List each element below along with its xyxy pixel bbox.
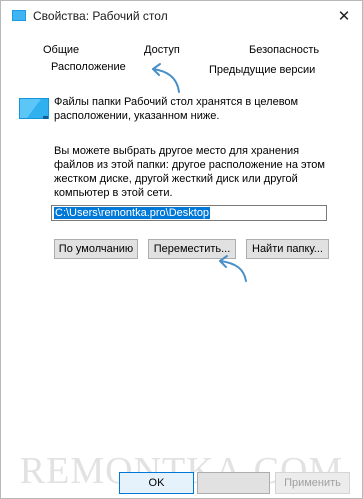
title-bar: Свойства: Рабочий стол ✕ — [1, 1, 362, 33]
path-input[interactable]: C:\Users\remontka.pro\Desktop — [51, 205, 327, 221]
annotation-arrow-move — [219, 255, 247, 282]
properties-dialog: Свойства: Рабочий стол ✕ Общие Доступ Бе… — [0, 0, 363, 499]
tab-common[interactable]: Общие — [43, 44, 79, 56]
desktop-folder-icon — [19, 98, 49, 119]
apply-button[interactable]: Применить — [275, 472, 350, 494]
default-button[interactable]: По умолчанию — [54, 239, 138, 259]
ok-button[interactable]: OK — [119, 472, 194, 494]
path-value: C:\Users\remontka.pro\Desktop — [54, 207, 211, 219]
window-title: Свойства: Рабочий стол — [33, 9, 168, 23]
tab-access[interactable]: Доступ — [144, 44, 180, 56]
cancel-button[interactable] — [197, 472, 270, 494]
close-button[interactable]: ✕ — [332, 4, 356, 28]
folder-title-icon — [12, 10, 26, 21]
annotation-arrow-location — [152, 63, 180, 93]
tab-location[interactable]: Расположение — [51, 61, 126, 73]
location-description: Вы можете выбрать другое место для хране… — [54, 145, 325, 199]
location-info-text: Файлы папки Рабочий стол хранятся в целе… — [54, 96, 299, 122]
tab-security[interactable]: Безопасность — [249, 44, 319, 56]
tab-previous-versions[interactable]: Предыдущие версии — [209, 64, 315, 76]
find-folder-button[interactable]: Найти папку... — [246, 239, 329, 259]
